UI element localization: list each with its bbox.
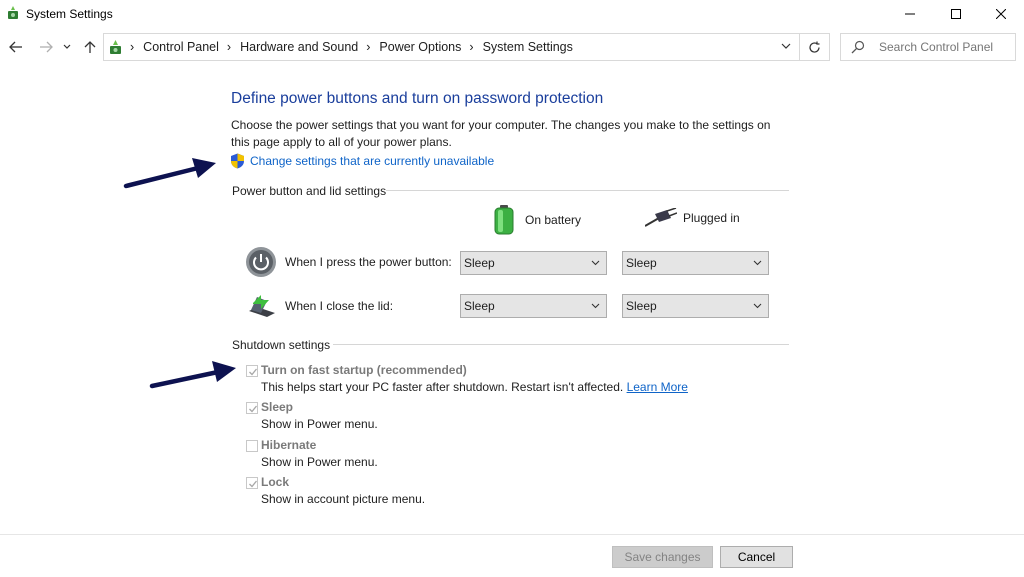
search-input[interactable]: Search Control Panel (879, 40, 993, 54)
breadcrumb-control-panel[interactable]: Control Panel (143, 40, 219, 54)
cancel-button[interactable]: Cancel (720, 546, 793, 568)
maximize-button[interactable] (933, 0, 979, 28)
selected-value: Sleep (626, 256, 657, 270)
checkmark-icon (249, 480, 258, 488)
power-button-row-label: When I press the power button: (245, 246, 452, 278)
chevron-down-icon (753, 303, 762, 309)
power-section-title: Power button and lid settings (232, 184, 387, 198)
selected-value: Sleep (626, 299, 657, 313)
power-button-battery-select[interactable]: Sleep (460, 251, 607, 275)
lid-label: When I close the lid: (285, 299, 394, 313)
minimize-button[interactable] (887, 0, 933, 28)
chevron-right-icon: › (226, 40, 232, 54)
power-options-icon (8, 6, 18, 19)
chevron-down-icon (591, 303, 600, 309)
section-divider (386, 190, 789, 191)
lock-checkbox[interactable] (246, 477, 258, 489)
annotation-arrow-icon (123, 158, 216, 189)
refresh-button[interactable] (800, 33, 830, 61)
lid-plugged-select[interactable]: Sleep (622, 294, 769, 318)
change-settings-link[interactable]: Change settings that are currently unava… (230, 153, 494, 169)
breadcrumb: › Control Panel › Hardware and Sound › P… (124, 40, 573, 54)
save-changes-button[interactable]: Save changes (612, 546, 713, 568)
fast-startup-checkbox[interactable] (246, 365, 258, 377)
up-button[interactable] (80, 37, 100, 57)
sleep-checkbox[interactable] (246, 402, 258, 414)
chevron-down-icon (753, 260, 762, 266)
laptop-lid-icon (249, 295, 275, 317)
annotation-arrow-icon (149, 361, 236, 389)
arrow-left-icon (9, 41, 22, 53)
hibernate-label: Hibernate (261, 438, 317, 452)
control-panel-icon (110, 39, 121, 54)
plugged-in-label: Plugged in (683, 211, 740, 225)
uac-shield-icon (231, 153, 244, 169)
breadcrumb-hardware-and-sound[interactable]: Hardware and Sound (240, 40, 358, 54)
power-button-icon (246, 247, 276, 277)
power-plug-icon (645, 208, 677, 227)
page-description: Choose the power settings that you want … (231, 118, 771, 149)
window-title: System Settings (26, 7, 113, 21)
breadcrumb-power-options[interactable]: Power Options (379, 40, 461, 54)
address-bar[interactable]: › Control Panel › Hardware and Sound › P… (103, 33, 800, 61)
arrow-up-icon (84, 41, 96, 53)
shutdown-section-title: Shutdown settings (232, 338, 331, 352)
close-icon (996, 9, 1006, 19)
chevron-down-icon[interactable] (781, 43, 791, 50)
recent-locations-button[interactable] (60, 37, 74, 57)
power-button-plugged-select[interactable]: Sleep (622, 251, 769, 275)
refresh-icon (809, 41, 820, 53)
lid-row-label: When I close the lid: (245, 291, 393, 321)
back-button[interactable] (6, 37, 26, 57)
footer-divider (0, 534, 1024, 535)
breadcrumb-system-settings[interactable]: System Settings (483, 40, 573, 54)
search-box[interactable]: Search Control Panel (840, 33, 1016, 61)
chevron-down-icon (591, 260, 600, 266)
lid-battery-select[interactable]: Sleep (460, 294, 607, 318)
hibernate-description: Show in Power menu. (261, 455, 378, 469)
maximize-icon (951, 9, 961, 19)
chevron-right-icon: › (366, 40, 371, 54)
chevron-down-icon (63, 44, 71, 49)
chevron-right-icon: › (469, 40, 474, 54)
minimize-icon (905, 13, 915, 15)
selected-value: Sleep (464, 299, 495, 313)
hibernate-checkbox[interactable] (246, 440, 258, 452)
title-bar: System Settings (0, 0, 1024, 28)
forward-button[interactable] (36, 37, 56, 57)
search-icon (851, 40, 865, 54)
fast-startup-description: This helps start your PC faster after sh… (261, 380, 688, 394)
lock-label: Lock (261, 475, 290, 489)
checkmark-icon (249, 368, 258, 376)
section-divider (333, 344, 789, 345)
arrow-right-icon (40, 41, 53, 53)
chevron-right-icon: › (130, 40, 135, 54)
plugged-in-header: Plugged in (645, 208, 740, 228)
selected-value: Sleep (464, 256, 495, 270)
fast-startup-label: Turn on fast startup (recommended) (261, 363, 467, 377)
checkmark-icon (249, 405, 258, 413)
on-battery-header: On battery (493, 205, 581, 235)
power-button-label: When I press the power button: (285, 255, 452, 269)
navigation-bar: › Control Panel › Hardware and Sound › P… (0, 31, 1024, 63)
learn-more-link[interactable]: Learn More (627, 380, 688, 394)
lock-description: Show in account picture menu. (261, 492, 426, 506)
battery-icon (494, 205, 514, 235)
on-battery-label: On battery (525, 213, 582, 227)
close-button[interactable] (978, 0, 1024, 28)
page-title: Define power buttons and turn on passwor… (231, 90, 604, 107)
change-settings-link-label: Change settings that are currently unava… (250, 154, 495, 168)
sleep-label: Sleep (261, 400, 294, 414)
sleep-description: Show in Power menu. (261, 417, 378, 431)
fast-startup-sub-text: This helps start your PC faster after sh… (261, 380, 624, 394)
